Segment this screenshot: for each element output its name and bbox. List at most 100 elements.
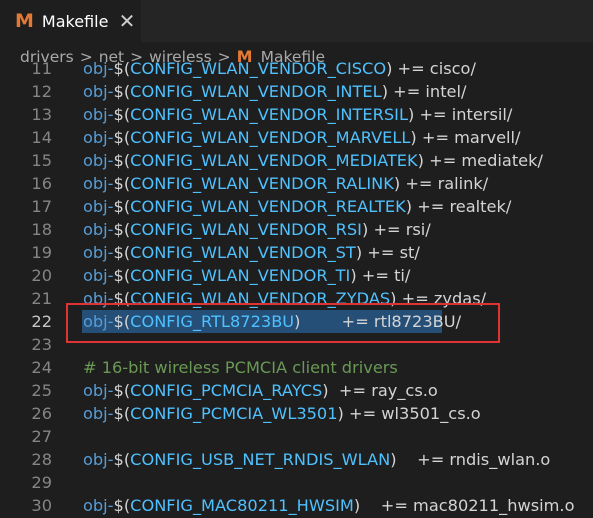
code-value: += marvell/ [416, 128, 521, 147]
line-number: 26 [31, 404, 52, 423]
code-keyword: obj- [83, 82, 114, 101]
code-keyword: obj- [83, 174, 114, 193]
code-line[interactable]: 27 [0, 425, 593, 448]
code-value: += realtek/ [412, 197, 512, 216]
code-variable: CONFIG_WLAN_VENDOR_MARVELL [130, 128, 411, 147]
code-punctuation: $( [113, 404, 131, 423]
code-punctuation: $( [113, 496, 131, 515]
code-punctuation: $( [113, 128, 131, 147]
code-variable: CONFIG_WLAN_VENDOR_INTERSIL [130, 105, 408, 124]
code-text: obj-$(CONFIG_WLAN_VENDOR_REALTEK) += rea… [83, 195, 511, 218]
code-variable: CONFIG_WLAN_VENDOR_RSI [130, 220, 362, 239]
code-keyword: obj- [83, 266, 114, 285]
annotation-highlight-box [66, 303, 500, 343]
code-variable: CONFIG_PCMCIA_RAYCS [130, 381, 323, 400]
line-number: 20 [31, 266, 52, 285]
code-keyword: obj- [83, 243, 114, 262]
code-line[interactable]: 13 obj-$(CONFIG_WLAN_VENDOR_INTERSIL) += … [0, 103, 593, 126]
code-text: obj-$(CONFIG_WLAN_VENDOR_CISCO) += cisco… [83, 60, 476, 80]
code-variable: CONFIG_WLAN_VENDOR_INTEL [130, 82, 382, 101]
line-number: 13 [31, 105, 52, 124]
code-line[interactable]: 19 obj-$(CONFIG_WLAN_VENDOR_ST) += st/ [0, 241, 593, 264]
code-line[interactable]: 15 obj-$(CONFIG_WLAN_VENDOR_MEDIATEK) += … [0, 149, 593, 172]
code-punctuation: $( [113, 450, 131, 469]
code-text: # 16-bit wireless PCMCIA client drivers [83, 356, 398, 379]
code-line[interactable]: 20 obj-$(CONFIG_WLAN_VENDOR_TI) += ti/ [0, 264, 593, 287]
code-line[interactable]: 18 obj-$(CONFIG_WLAN_VENDOR_RSI) += rsi/ [0, 218, 593, 241]
code-keyword: obj- [83, 220, 114, 239]
code-value: += ti/ [356, 266, 411, 285]
code-line[interactable]: 26 obj-$(CONFIG_PCMCIA_WL3501) += wl3501_… [0, 402, 593, 425]
code-line[interactable]: 11 obj-$(CONFIG_WLAN_VENDOR_CISCO) += cis… [0, 60, 593, 80]
close-icon[interactable]: ✕ [117, 10, 137, 32]
code-keyword: obj- [83, 404, 114, 423]
code-keyword: obj- [83, 105, 114, 124]
line-number: 14 [31, 128, 52, 147]
line-number: 30 [31, 496, 52, 515]
code-variable: CONFIG_MAC80211_HWSIM [130, 496, 354, 515]
line-number: 11 [31, 60, 52, 78]
line-number: 19 [31, 243, 52, 262]
code-value: += intel/ [388, 82, 467, 101]
code-text: obj-$(CONFIG_MAC80211_HWSIM) += mac80211… [83, 494, 574, 517]
code-line[interactable]: 25 obj-$(CONFIG_PCMCIA_RAYCS) += ray_cs.o [0, 379, 593, 402]
code-keyword: obj- [83, 381, 114, 400]
line-number: 28 [31, 450, 52, 469]
code-variable: CONFIG_WLAN_VENDOR_RALINK [130, 174, 394, 193]
code-keyword: obj- [83, 128, 114, 147]
code-line[interactable]: 30 obj-$(CONFIG_MAC80211_HWSIM) += mac802… [0, 494, 593, 517]
code-variable: CONFIG_PCMCIA_WL3501 [130, 404, 338, 423]
code-variable: CONFIG_WLAN_VENDOR_ST [130, 243, 356, 262]
code-punctuation: $( [113, 82, 131, 101]
code-text: obj-$(CONFIG_WLAN_VENDOR_TI) += ti/ [83, 264, 410, 287]
code-editor[interactable]: 11 obj-$(CONFIG_WLAN_VENDOR_CISCO) += cis… [0, 60, 593, 518]
code-line[interactable]: 14 obj-$(CONFIG_WLAN_VENDOR_MARVELL) += m… [0, 126, 593, 149]
code-value: += ray_cs.o [328, 381, 438, 400]
code-value: += st/ [362, 243, 420, 262]
code-variable: CONFIG_WLAN_VENDOR_TI [130, 266, 351, 285]
line-number: 22 [31, 312, 52, 331]
line-number: 21 [31, 289, 52, 308]
code-text: obj-$(CONFIG_WLAN_VENDOR_INTEL) += intel… [83, 80, 466, 103]
line-number: 16 [31, 174, 52, 193]
code-line[interactable]: 29 [0, 471, 593, 494]
line-number: 25 [31, 381, 52, 400]
code-keyword: obj- [83, 151, 114, 170]
code-line[interactable]: 16 obj-$(CONFIG_WLAN_VENDOR_RALINK) += ra… [0, 172, 593, 195]
code-value: += cisco/ [392, 60, 476, 78]
code-text: obj-$(CONFIG_WLAN_VENDOR_RALINK) += rali… [83, 172, 488, 195]
line-number: 17 [31, 197, 52, 216]
code-punctuation: $( [113, 220, 131, 239]
line-number: 15 [31, 151, 52, 170]
code-punctuation: $( [113, 60, 131, 78]
code-value: += intersil/ [414, 105, 513, 124]
code-keyword: obj- [83, 496, 114, 515]
code-text: obj-$(CONFIG_WLAN_VENDOR_ST) += st/ [83, 241, 420, 264]
code-variable: CONFIG_WLAN_VENDOR_CISCO [130, 60, 387, 78]
line-number: 12 [31, 82, 52, 101]
code-comment: # 16-bit wireless PCMCIA client drivers [83, 358, 398, 377]
code-line[interactable]: 28 obj-$(CONFIG_USB_NET_RNDIS_WLAN) += rn… [0, 448, 593, 471]
code-punctuation: $( [113, 151, 131, 170]
code-line[interactable]: 12 obj-$(CONFIG_WLAN_VENDOR_INTEL) += int… [0, 80, 593, 103]
line-number: 23 [31, 335, 52, 354]
code-line[interactable]: 17 obj-$(CONFIG_WLAN_VENDOR_REALTEK) += r… [0, 195, 593, 218]
code-text: obj-$(CONFIG_WLAN_VENDOR_MARVELL) += mar… [83, 126, 520, 149]
line-number: 29 [31, 473, 52, 492]
tab-makefile[interactable]: M Makefile ✕ [0, 0, 141, 42]
code-value: += wl3501_cs.o [343, 404, 481, 423]
code-text: obj-$(CONFIG_WLAN_VENDOR_MEDIATEK) += me… [83, 149, 543, 172]
code-keyword: obj- [83, 197, 114, 216]
code-keyword: obj- [83, 450, 114, 469]
code-line[interactable]: 24 # 16-bit wireless PCMCIA client driver… [0, 356, 593, 379]
tab-bar: M Makefile ✕ [0, 0, 593, 42]
code-variable: CONFIG_WLAN_VENDOR_REALTEK [130, 197, 406, 216]
line-number: 24 [31, 358, 52, 377]
code-value: += rndis_wlan.o [396, 450, 551, 469]
code-value: += mediatek/ [423, 151, 543, 170]
code-text: obj-$(CONFIG_PCMCIA_RAYCS) += ray_cs.o [83, 379, 438, 402]
code-text: obj-$(CONFIG_USB_NET_RNDIS_WLAN) += rndi… [83, 448, 550, 471]
code-variable: CONFIG_WLAN_VENDOR_MEDIATEK [130, 151, 418, 170]
code-punctuation: $( [113, 174, 131, 193]
code-punctuation: $( [113, 381, 131, 400]
